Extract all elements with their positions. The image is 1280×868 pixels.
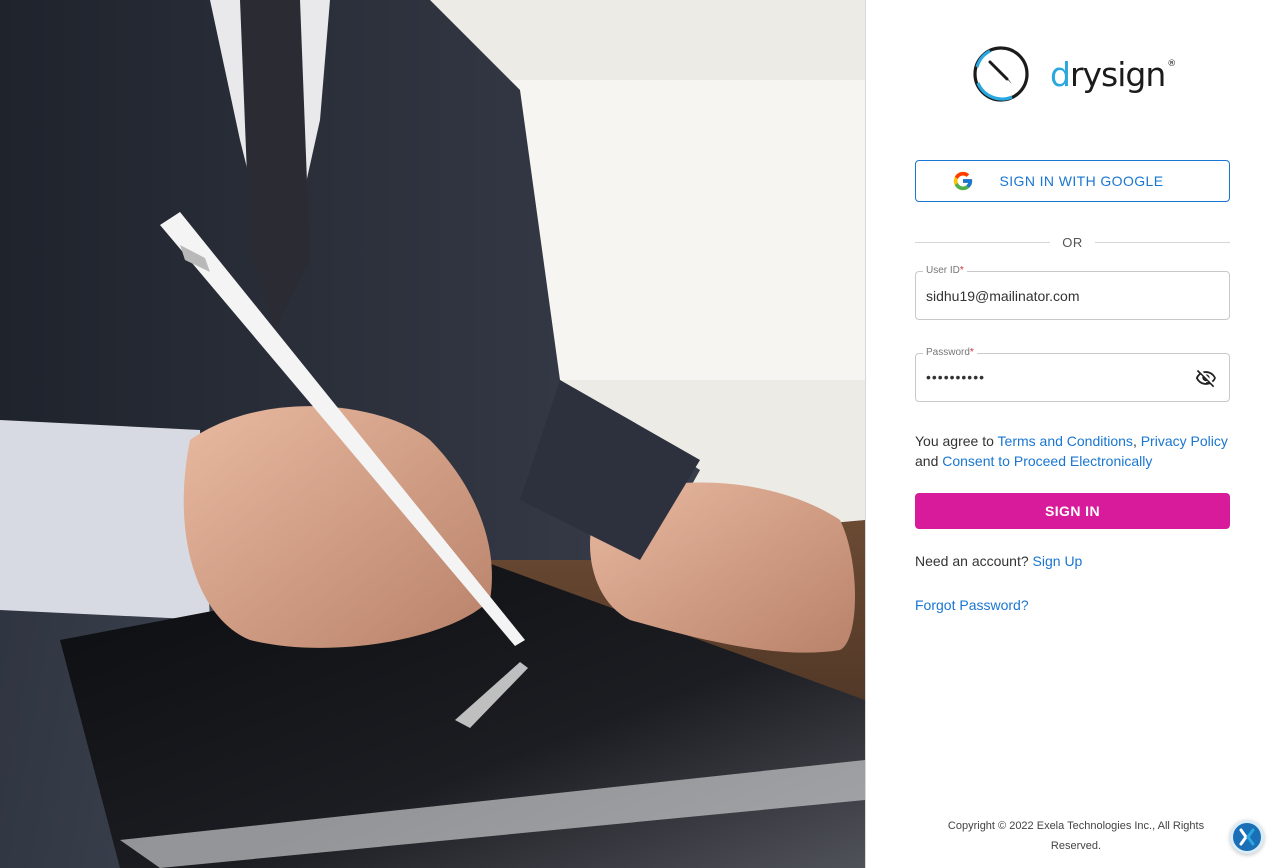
agreement-and: and <box>915 453 943 469</box>
exela-chat-icon <box>1239 828 1255 846</box>
signup-prompt: Need an account? Sign Up <box>915 553 1082 569</box>
signin-button[interactable]: SIGN IN <box>915 493 1230 529</box>
or-text: OR <box>1062 234 1083 250</box>
hero-image <box>0 0 865 868</box>
terms-link[interactable]: Terms and Conditions <box>998 433 1133 449</box>
help-chat-button[interactable] <box>1230 820 1264 854</box>
brand-name-prefix: d <box>1050 54 1071 94</box>
password-input[interactable]: •••••••••• <box>926 368 1186 386</box>
registered-mark: ® <box>1167 58 1177 69</box>
privacy-policy-link[interactable]: Privacy Policy <box>1141 433 1228 449</box>
required-mark: * <box>969 347 974 358</box>
user-id-field[interactable]: User ID* <box>915 265 1230 320</box>
required-mark: * <box>959 265 964 276</box>
hand-signing-tablet-image <box>0 0 865 868</box>
password-field[interactable]: Password* •••••••••• <box>915 347 1230 402</box>
or-line-right <box>1094 241 1230 243</box>
password-label-text: Password <box>926 347 970 358</box>
forgot-password-link[interactable]: Forgot Password? <box>915 597 1029 613</box>
brand-wordmark: d rysign ® <box>1050 55 1176 94</box>
or-divider: OR <box>915 233 1230 251</box>
agreement-text: You agree to Terms and Conditions, Priva… <box>915 431 1233 471</box>
agreement-prefix: You agree to <box>915 433 998 449</box>
drysign-logo: d rysign ® <box>972 44 1182 104</box>
google-signin-label: SIGN IN WITH GOOGLE <box>999 173 1164 189</box>
signup-prompt-text: Need an account? <box>915 553 1033 569</box>
password-label: Password* <box>923 347 977 359</box>
agreement-separator: , <box>1132 433 1141 449</box>
user-id-label: User ID* <box>923 265 967 277</box>
signup-link[interactable]: Sign Up <box>1033 553 1083 569</box>
or-line-left <box>915 241 1051 243</box>
signin-panel: d rysign ® SIGN IN WITH GOOGLE OR User ID*… <box>866 0 1280 868</box>
user-id-input[interactable] <box>926 287 1186 305</box>
user-id-label-text: User ID <box>926 265 960 276</box>
google-signin-button[interactable]: SIGN IN WITH GOOGLE <box>915 160 1230 202</box>
copyright-text: Copyright © 2022 Exela Technologies Inc.… <box>947 820 1205 852</box>
consent-link[interactable]: Consent to Proceed Electronically <box>942 453 1152 469</box>
eye-off-icon[interactable] <box>1195 367 1217 389</box>
google-icon <box>953 171 972 191</box>
drysign-logo-mark-icon <box>973 46 1029 102</box>
brand-name-rest: rysign <box>1069 54 1166 94</box>
